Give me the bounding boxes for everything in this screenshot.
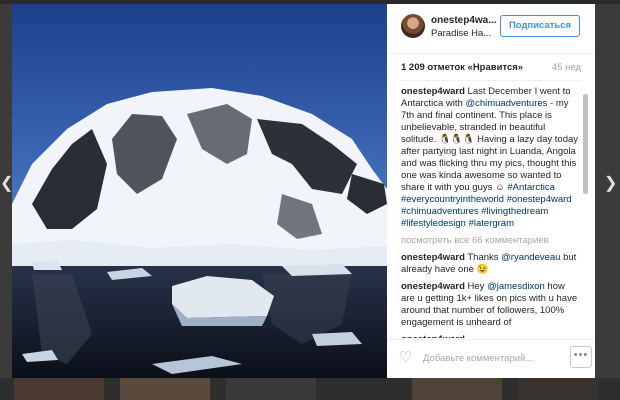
post-footer: ♡ ••• (387, 339, 595, 378)
comment-author[interactable]: onestep4ward (401, 334, 465, 338)
comment-mention[interactable]: @ryandeveau (501, 252, 560, 263)
post-sidebar: onestep4wa... Paradise Ha... Подписаться… (387, 4, 595, 378)
avatar[interactable] (401, 14, 425, 38)
likes-count[interactable]: 1 209 отметок «Нравится» (401, 62, 523, 73)
divider (401, 80, 581, 81)
thumbnail[interactable] (120, 378, 210, 400)
comment: onestep4ward (401, 334, 579, 338)
post-photo (12, 4, 387, 378)
caption-author[interactable]: onestep4ward (401, 86, 465, 97)
post-header: onestep4wa... Paradise Ha... Подписаться (387, 4, 595, 54)
comment-text: Thanks (464, 252, 502, 263)
thumbnail[interactable] (226, 378, 316, 400)
comment-author[interactable]: onestep4ward (401, 281, 465, 292)
heart-outline-icon[interactable]: ♡ (399, 350, 415, 366)
view-all-comments[interactable]: посмотреть все 66 комментариев (401, 235, 579, 247)
post-modal: onestep4wa... Paradise Ha... Подписаться… (12, 4, 595, 378)
username[interactable]: onestep4wa... (431, 15, 501, 26)
comment-mention[interactable]: @jamesdixon (487, 281, 545, 292)
chevron-right-icon[interactable]: ❯ (604, 176, 617, 192)
likes-row: 1 209 отметок «Нравится» 45 нед (387, 62, 595, 78)
caption-mention[interactable]: @chimuadventures (465, 98, 547, 109)
thumbnail[interactable] (14, 378, 104, 400)
caption: onestep4ward Last December I went to Ant… (401, 86, 579, 230)
backdrop-thumbnails (0, 378, 620, 400)
caption-text: - my 7th and final continent. This place… (401, 98, 579, 193)
thumbnail[interactable] (518, 378, 598, 400)
timestamp: 45 нед (551, 62, 581, 73)
comments-list: onestep4ward Last December I went to Ant… (401, 86, 579, 338)
location[interactable]: Paradise Ha... (431, 28, 501, 39)
comment: onestep4ward Thanks @ryandeveau but alre… (401, 252, 579, 276)
more-options-button[interactable]: ••• (570, 346, 592, 368)
comment-author[interactable]: onestep4ward (401, 252, 465, 263)
comment-text: Hey (464, 281, 488, 292)
antarctica-photo (12, 4, 387, 378)
comments-scrollbar[interactable] (583, 94, 588, 194)
thumbnail[interactable] (412, 378, 502, 400)
follow-button[interactable]: Подписаться (500, 15, 580, 37)
comment: onestep4ward Hey @jamesdixon how are u g… (401, 281, 579, 329)
comment-input[interactable] (423, 349, 563, 367)
